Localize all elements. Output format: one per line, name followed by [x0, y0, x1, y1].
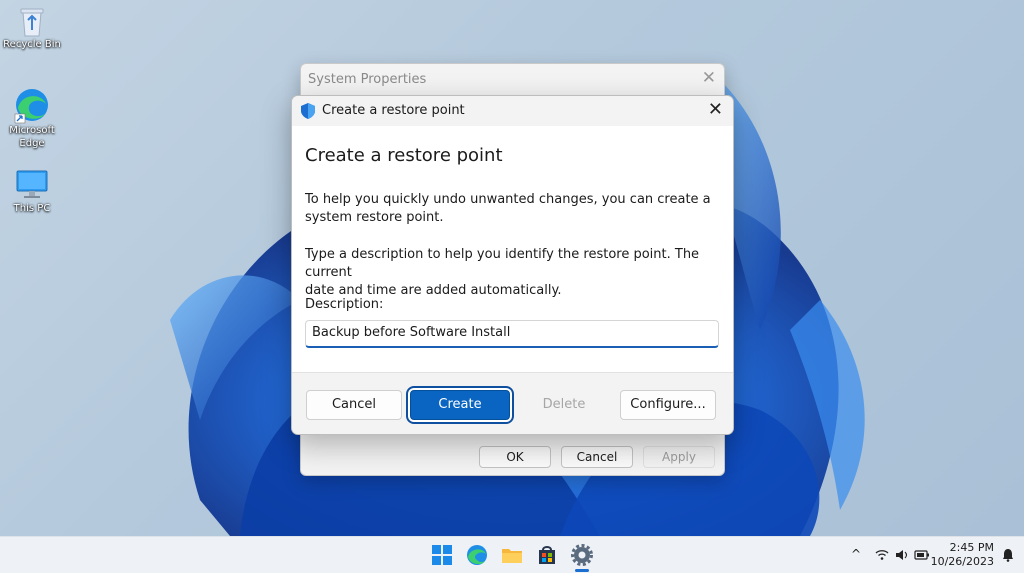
- intro-text: To help you quickly undo unwanted change…: [305, 191, 725, 227]
- clock[interactable]: 2:45 PM 10/26/2023: [931, 541, 994, 569]
- battery-icon[interactable]: [914, 549, 930, 561]
- dialog-title: Create a restore point: [322, 103, 465, 118]
- dialog-titlebar: Create a restore point ✕: [292, 96, 733, 126]
- dialog-heading: Create a restore point: [305, 145, 503, 166]
- system-properties-cancel-button[interactable]: Cancel: [561, 446, 633, 468]
- this-pc-label: This PC: [13, 203, 51, 214]
- dialog-close-icon[interactable]: ✕: [708, 99, 723, 120]
- configure-button[interactable]: Configure...: [620, 390, 716, 420]
- edge-taskbar-icon[interactable]: [466, 544, 488, 566]
- system-properties-close-icon[interactable]: ✕: [702, 68, 716, 88]
- edge-label: Microsoft Edge: [9, 125, 55, 149]
- system-properties-apply-button[interactable]: Apply: [643, 446, 715, 468]
- start-icon[interactable]: [431, 544, 453, 566]
- notification-bell-icon[interactable]: [1002, 548, 1014, 562]
- cancel-button[interactable]: Cancel: [306, 390, 402, 420]
- delete-button[interactable]: Delete: [516, 390, 612, 420]
- edge-icon: [14, 89, 48, 124]
- system-properties-title: System Properties: [308, 72, 427, 87]
- this-pc[interactable]: This PC: [0, 168, 64, 215]
- recycle-bin[interactable]: Recycle Bin: [0, 4, 64, 51]
- settings-icon[interactable]: [571, 544, 593, 566]
- dialog-footer: Cancel Create Delete Configure...: [292, 372, 733, 434]
- create-restore-point-dialog: Create a restore point ✕ Create a restor…: [291, 95, 734, 435]
- taskbar: ^ 2:45 PM 10/26/2023: [0, 536, 1024, 573]
- recycle-bin-label: Recycle Bin: [3, 39, 61, 50]
- intro-line-2: system restore point.: [305, 210, 444, 225]
- this-pc-icon: [16, 170, 48, 198]
- wifi-icon[interactable]: [875, 549, 889, 561]
- instruction-text: Type a description to help you identify …: [305, 246, 725, 300]
- show-hidden-icons-chevron[interactable]: ^: [851, 547, 861, 561]
- instruction-line-1: Type a description to help you identify …: [305, 247, 700, 280]
- clock-time: 2:45 PM: [949, 541, 994, 554]
- file-explorer-icon[interactable]: [501, 544, 523, 566]
- intro-line-1: To help you quickly undo unwanted change…: [305, 192, 711, 207]
- microsoft-store-icon[interactable]: [536, 544, 558, 566]
- shield-icon: [301, 103, 315, 119]
- create-button[interactable]: Create: [410, 390, 510, 420]
- recycle-bin-icon: [20, 8, 44, 37]
- description-label: Description:: [305, 297, 384, 312]
- system-properties-ok-button[interactable]: OK: [479, 446, 551, 468]
- volume-icon[interactable]: [895, 549, 909, 561]
- microsoft-edge[interactable]: Microsoft Edge: [0, 86, 64, 150]
- clock-date: 10/26/2023: [930, 555, 994, 568]
- description-input[interactable]: Backup before Software Install: [305, 320, 719, 348]
